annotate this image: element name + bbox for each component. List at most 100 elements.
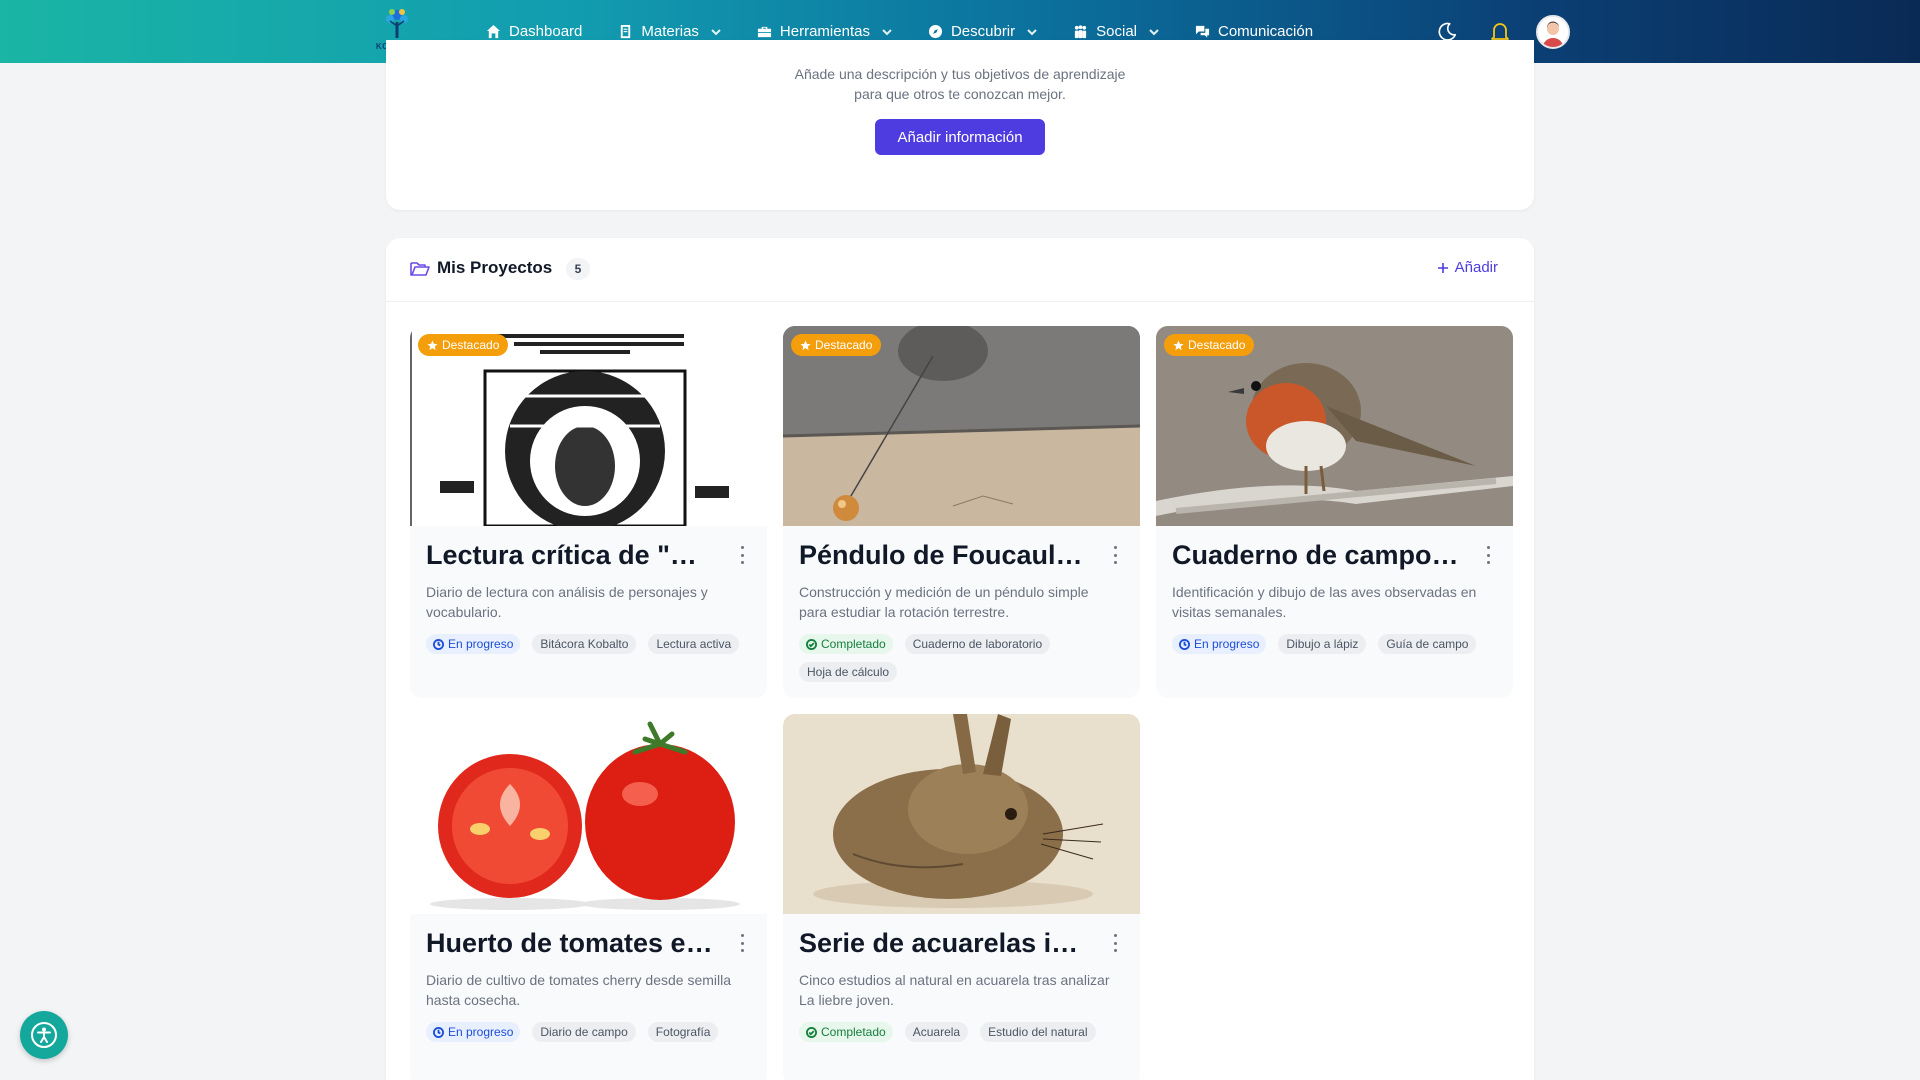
project-menu-button[interactable] xyxy=(1112,546,1118,564)
status-badge: Completado xyxy=(799,634,893,654)
project-card[interactable]: Destacado Lectura crítica de "Don Quijot… xyxy=(410,326,767,698)
star-icon xyxy=(800,339,811,350)
add-info-button[interactable]: Añadir información xyxy=(875,119,1045,155)
dot xyxy=(740,546,744,549)
pendulum-image xyxy=(783,326,1140,526)
featured-badge: Destacado xyxy=(791,334,882,356)
status-badge: En progreso xyxy=(1172,634,1267,654)
chevron-down-icon xyxy=(1149,28,1159,35)
project-menu-button[interactable] xyxy=(739,546,745,564)
add-project-label: Añadir xyxy=(1454,259,1498,276)
project-title[interactable]: Cuaderno de campo de aves xyxy=(1172,540,1462,571)
project-title[interactable]: Lectura crítica de "Don Quijote de la Ma… xyxy=(426,540,716,571)
profile-about-card: Añade una descripción y tus objetivos de… xyxy=(386,40,1534,210)
project-title[interactable]: Huerto de tomates en balcón xyxy=(426,928,716,959)
tag-chip: Lectura activa xyxy=(648,634,740,654)
clock-icon xyxy=(433,638,444,650)
clock-icon xyxy=(1179,638,1190,650)
nav-dashboard[interactable]: Dashboard xyxy=(486,23,582,40)
project-card[interactable]: Destacado Péndulo de Foucault casero Con… xyxy=(783,326,1140,698)
tag-chip: Cuaderno de laboratorio xyxy=(904,634,1051,654)
project-card[interactable]: Huerto de tomates en balcón Diario de cu… xyxy=(410,714,767,1080)
projects-header: Mis Proyectos 5 Añadir xyxy=(386,238,1534,302)
accessibility-icon xyxy=(31,1022,57,1048)
home-icon xyxy=(486,24,501,39)
nav-descubrir[interactable]: Descubrir xyxy=(928,23,1037,40)
nav-label: Descubrir xyxy=(950,23,1016,40)
chevron-down-icon xyxy=(882,28,892,35)
dot xyxy=(1486,561,1490,564)
book-cover-image xyxy=(410,326,767,526)
nav-label: Comunicación xyxy=(1218,23,1314,40)
toolbox-icon xyxy=(757,26,771,38)
tag-chip: Hoja de cálculo xyxy=(799,662,898,682)
project-image xyxy=(783,326,1140,526)
project-tags: En progreso Dibujo a lápiz Guía de campo xyxy=(1172,634,1502,654)
users-icon xyxy=(1075,25,1087,39)
projects-count-badge: 5 xyxy=(566,258,590,280)
featured-badge: Destacado xyxy=(418,334,509,356)
dot xyxy=(740,561,744,564)
star-icon xyxy=(1173,339,1184,350)
dot xyxy=(740,941,744,945)
project-tags: Completado Acuarela Estudio del natural xyxy=(799,1022,1129,1042)
tree-logo-icon xyxy=(386,9,408,38)
dot xyxy=(1113,561,1117,564)
robin-image xyxy=(1156,326,1513,526)
tag-chip: Acuarela xyxy=(904,1022,969,1042)
nav-social[interactable]: Social xyxy=(1073,23,1159,40)
check-circle-icon xyxy=(806,1026,817,1038)
check-circle-icon xyxy=(806,638,817,650)
tag-chip: Dibujo a lápiz xyxy=(1278,634,1367,654)
nav-herramientas[interactable]: Herramientas xyxy=(757,23,892,40)
tag-chip: Bitácora Kobalto xyxy=(532,634,637,654)
my-projects-section: Mis Proyectos 5 Añadir Destacado Lectura… xyxy=(386,238,1534,1080)
nav-materias[interactable]: Materias xyxy=(618,23,721,40)
dot xyxy=(1486,546,1490,549)
project-card[interactable]: Destacado Cuaderno de campo de aves Iden… xyxy=(1156,326,1513,698)
project-tags: En progreso Bitácora Kobalto Lectura act… xyxy=(426,634,756,654)
project-title[interactable]: Serie de acuarelas inspiradas en Durero xyxy=(799,928,1089,959)
user-avatar[interactable] xyxy=(1536,14,1570,49)
project-description: Diario de cultivo de tomates cherry desd… xyxy=(426,972,732,1008)
nav-label: Dashboard xyxy=(509,23,583,40)
project-menu-button[interactable] xyxy=(739,934,745,952)
tag-chip: Fotografía xyxy=(647,1022,719,1042)
dot xyxy=(1113,949,1117,952)
dot xyxy=(1113,934,1117,937)
nav-label: Materias xyxy=(641,23,699,40)
project-image xyxy=(1156,326,1513,526)
project-card[interactable]: Serie de acuarelas inspiradas en Durero … xyxy=(783,714,1140,1080)
nav-label: Herramientas xyxy=(779,23,870,40)
clock-icon xyxy=(433,1026,444,1038)
hare-image xyxy=(783,714,1140,914)
project-description: Identificación y dibujo de las aves obse… xyxy=(1172,584,1477,620)
folder-open-icon xyxy=(410,262,430,276)
tag-chip: Diario de campo xyxy=(532,1022,636,1042)
dot xyxy=(740,949,744,952)
project-menu-button[interactable] xyxy=(1485,546,1491,564)
dot xyxy=(1486,553,1490,557)
dot xyxy=(1113,941,1117,945)
project-description: Cinco estudios al natural en acuarela tr… xyxy=(799,972,1110,1008)
accessibility-button[interactable] xyxy=(20,1011,68,1059)
status-badge: En progreso xyxy=(426,1022,521,1042)
chat-icon xyxy=(1195,25,1210,38)
project-title[interactable]: Péndulo de Foucault casero xyxy=(799,540,1089,571)
avatar-image xyxy=(1538,16,1568,47)
nav-comunicacion[interactable]: Comunicación xyxy=(1195,23,1313,40)
project-description: Construcción y medición de un péndulo si… xyxy=(799,584,1089,620)
chevron-down-icon xyxy=(1027,28,1037,35)
dot xyxy=(740,934,744,937)
dot xyxy=(1113,546,1117,549)
tomatoes-image xyxy=(410,714,767,914)
nav-label: Social xyxy=(1096,23,1137,40)
book-icon xyxy=(621,24,631,39)
projects-title: Mis Proyectos xyxy=(437,258,553,277)
project-tags: En progreso Diario de campo Fotografía xyxy=(426,1022,756,1042)
project-tags: Completado Cuaderno de laboratorio Hoja … xyxy=(799,634,1129,682)
project-menu-button[interactable] xyxy=(1112,934,1118,952)
add-project-button[interactable]: Añadir xyxy=(1437,259,1498,276)
project-image xyxy=(410,714,767,914)
project-image xyxy=(410,326,767,526)
